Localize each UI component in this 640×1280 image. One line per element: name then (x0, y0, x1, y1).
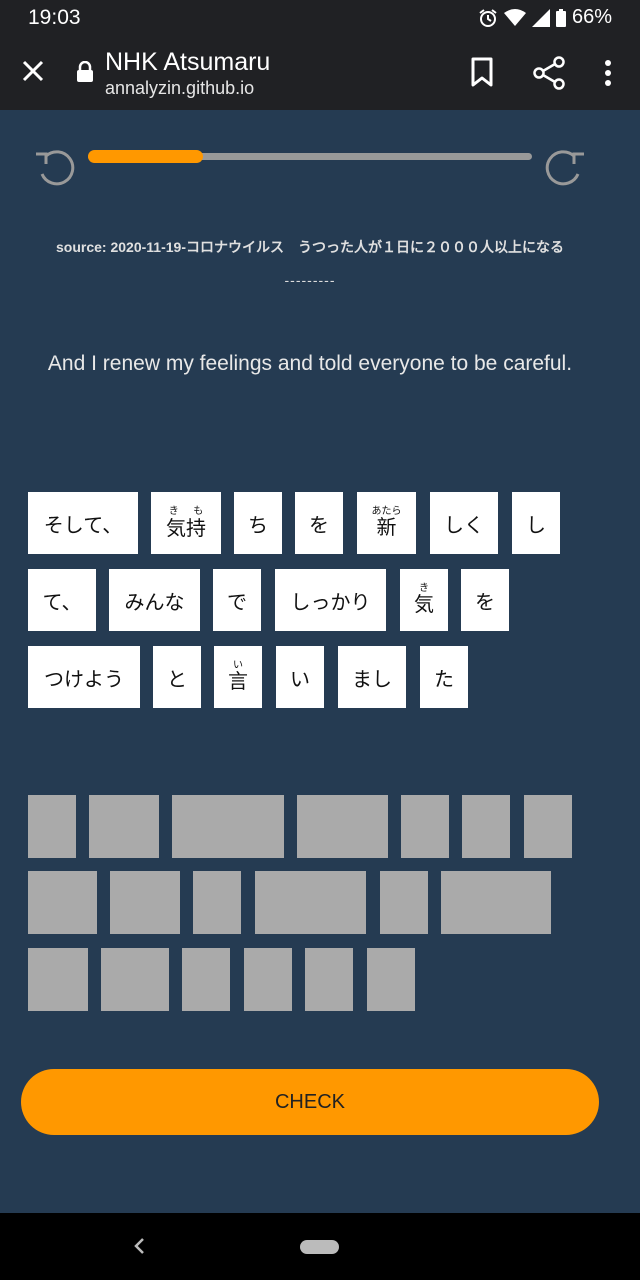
wifi-icon (503, 8, 526, 26)
answer-slot[interactable] (89, 795, 159, 858)
furigana: い (228, 660, 248, 671)
undo-icon[interactable] (34, 146, 78, 186)
answer-slot[interactable] (193, 871, 241, 934)
browser-toolbar: NHK Atsumaru annalyzin.github.io (0, 36, 640, 110)
answer-slot[interactable] (441, 871, 551, 934)
back-icon[interactable] (131, 1236, 147, 1256)
answer-slot[interactable] (28, 795, 76, 858)
home-pill[interactable] (300, 1240, 339, 1254)
answer-slot[interactable] (524, 795, 572, 858)
answer-slot[interactable] (28, 948, 88, 1011)
answer-slot[interactable] (244, 948, 292, 1011)
more-options-icon[interactable] (598, 58, 618, 88)
word-tile[interactable]: しっかり (275, 569, 386, 631)
share-icon[interactable] (532, 56, 566, 90)
alarm-icon (479, 8, 497, 27)
word-tile[interactable]: ち (234, 492, 282, 554)
signal-icon (531, 8, 550, 27)
word-tile[interactable]: しく (430, 492, 498, 554)
page-url: annalyzin.github.io (105, 78, 255, 98)
close-icon[interactable] (18, 56, 48, 86)
word-tile[interactable]: そして、 (28, 492, 138, 554)
answer-slot[interactable] (172, 795, 284, 858)
word-tile[interactable]: 言い (214, 646, 262, 708)
answer-slot[interactable] (28, 871, 97, 934)
word-tile[interactable]: し (512, 492, 560, 554)
word-tile[interactable]: を (295, 492, 343, 554)
status-icons: 66% (478, 6, 612, 29)
page-title: NHK Atsumaru (105, 48, 271, 76)
answer-slot[interactable] (101, 948, 169, 1011)
battery-level: 66% (571, 6, 612, 28)
answer-slot[interactable] (305, 948, 353, 1011)
bookmark-icon[interactable] (468, 57, 496, 87)
answer-placeholder: --------- (284, 272, 336, 288)
progress-fill (88, 150, 204, 163)
word-tile[interactable]: 気き (400, 569, 448, 631)
answer-slot[interactable] (367, 948, 415, 1011)
word-tile[interactable]: まし (338, 646, 406, 708)
word-tile[interactable]: て、 (28, 569, 96, 631)
source-text: source: 2020-11-19-コロナウイルス うつった人が１日に２０００… (56, 239, 564, 255)
answer-slot[interactable] (462, 795, 510, 858)
answer-slot[interactable] (297, 795, 388, 858)
answer-slot[interactable] (401, 795, 449, 858)
answer-slot[interactable] (182, 948, 230, 1011)
furigana: あたら (371, 506, 402, 517)
redo-icon[interactable] (542, 146, 586, 186)
word-tile[interactable]: つけよう (28, 646, 140, 708)
furigana: き も (166, 505, 206, 517)
answer-slot[interactable] (110, 871, 180, 934)
word-tile[interactable]: い (276, 646, 324, 708)
status-time: 19:03 (28, 6, 81, 29)
word-tile[interactable]: た (420, 646, 468, 708)
lock-icon (77, 61, 93, 82)
progress-bar (88, 150, 532, 163)
word-tile[interactable]: と (153, 646, 201, 708)
battery-icon (555, 8, 566, 27)
word-tile[interactable]: 気持き も (151, 492, 221, 554)
answer-slot[interactable] (255, 871, 366, 934)
furigana: き (414, 583, 434, 594)
status-bar: 19:03 66% (0, 0, 640, 36)
check-button[interactable]: CHECK (21, 1069, 599, 1135)
word-tile[interactable]: を (461, 569, 509, 631)
word-tile[interactable]: 新あたら (357, 492, 416, 554)
answer-slot[interactable] (380, 871, 428, 934)
english-sentence: And I renew my feelings and told everyon… (47, 352, 573, 375)
word-tile[interactable]: みんな (109, 569, 200, 631)
word-tile[interactable]: で (213, 569, 261, 631)
